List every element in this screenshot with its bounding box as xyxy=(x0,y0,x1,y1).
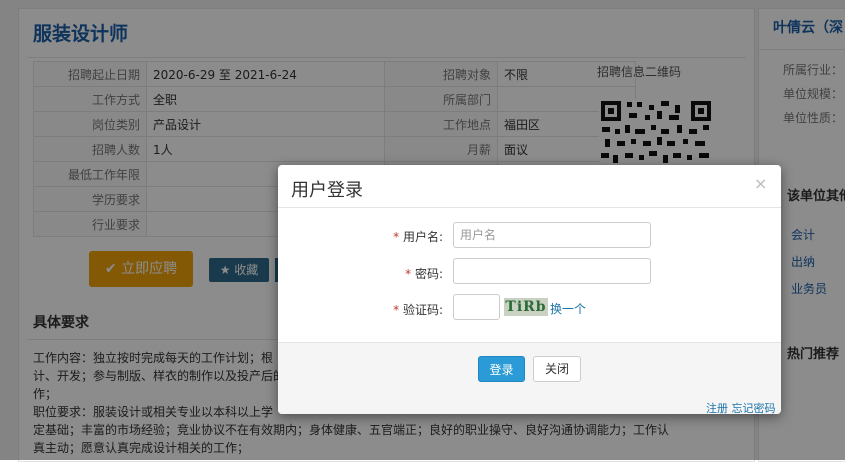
dialog-header: 用户登录 × xyxy=(278,165,781,208)
forgot-password-link[interactable]: 忘记密码 xyxy=(732,402,776,414)
captcha-label: * 验证码: xyxy=(393,303,443,317)
password-input[interactable] xyxy=(453,258,651,284)
login-dialog: 用户登录 × * 用户名: 用户名 * 密码: * 验证码: TiRb 换一个 … xyxy=(278,165,781,414)
footer-links: 注册 忘记密码 xyxy=(706,400,776,414)
username-label: * 用户名: xyxy=(393,230,443,244)
register-link[interactable]: 注册 xyxy=(706,402,728,414)
dialog-footer: 登录 关闭 注册 忘记密码 xyxy=(278,342,781,414)
password-label: * 密码: xyxy=(405,267,443,281)
dialog-title: 用户登录 xyxy=(291,180,363,201)
username-input[interactable]: 用户名 xyxy=(453,222,651,248)
refresh-captcha-link[interactable]: 换一个 xyxy=(550,300,586,317)
captcha-input[interactable] xyxy=(453,294,500,320)
close-button[interactable]: 关闭 xyxy=(533,356,581,382)
login-button[interactable]: 登录 xyxy=(478,356,525,382)
close-icon[interactable]: × xyxy=(754,174,767,193)
captcha-image[interactable]: TiRb xyxy=(504,298,548,316)
